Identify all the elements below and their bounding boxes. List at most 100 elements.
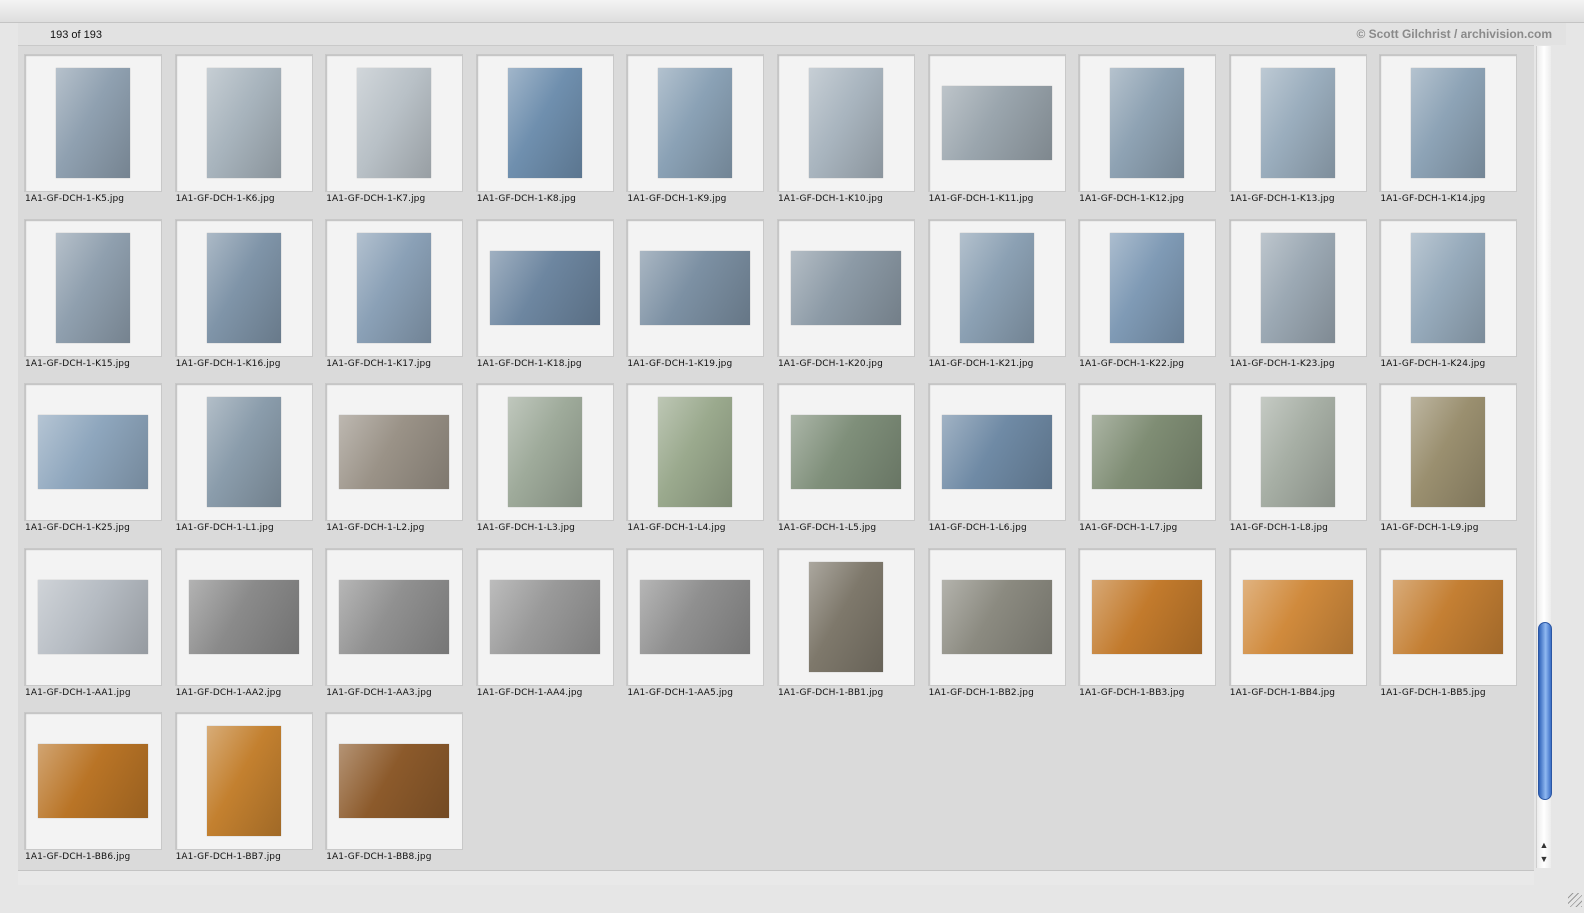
thumbnail-item[interactable]: 1A1-GF-DCH-1-L4.jpg — [626, 383, 765, 547]
thumbnail-item[interactable]: 1A1-GF-DCH-1-BB4.jpg — [1228, 547, 1367, 712]
thumbnail-frame[interactable] — [1379, 383, 1518, 521]
thumbnail-image[interactable] — [1110, 232, 1185, 343]
thumbnail-item[interactable]: 1A1-GF-DCH-1-L6.jpg — [927, 383, 1066, 547]
thumbnail-image[interactable] — [640, 250, 751, 325]
thumbnail-item[interactable]: 1A1-GF-DCH-1-K22.jpg — [1078, 218, 1217, 383]
thumbnail-image[interactable] — [790, 250, 901, 325]
thumbnail-frame[interactable] — [927, 218, 1066, 357]
thumbnail-item[interactable]: 1A1-GF-DCH-1-K10.jpg — [776, 54, 915, 218]
thumbnail-image[interactable] — [56, 68, 130, 178]
thumbnail-frame[interactable] — [325, 218, 464, 357]
thumbnail-frame[interactable] — [1228, 547, 1367, 686]
thumbnail-item[interactable]: 1A1-GF-DCH-1-K12.jpg — [1078, 54, 1217, 218]
thumbnail-image[interactable] — [507, 397, 582, 507]
thumbnail-frame[interactable] — [927, 547, 1066, 686]
thumbnail-frame[interactable] — [325, 547, 464, 686]
thumbnail-frame[interactable] — [24, 547, 162, 686]
vertical-scrollbar[interactable]: ▲ ▼ — [1536, 46, 1552, 868]
thumbnail-frame[interactable] — [475, 383, 614, 521]
thumbnail-frame[interactable] — [174, 383, 313, 521]
thumbnail-image[interactable] — [658, 68, 733, 178]
thumbnail-frame[interactable] — [1078, 218, 1217, 357]
thumbnail-item[interactable]: 1A1-GF-DCH-1-AA5.jpg — [626, 547, 765, 712]
thumbnail-item[interactable]: 1A1-GF-DCH-1-L8.jpg — [1228, 383, 1367, 547]
thumbnail-item[interactable]: 1A1-GF-DCH-1-AA2.jpg — [174, 547, 313, 712]
thumbnail-item[interactable]: 1A1-GF-DCH-1-K5.jpg — [24, 54, 162, 218]
thumbnail-item[interactable]: 1A1-GF-DCH-1-K19.jpg — [626, 218, 765, 383]
thumbnail-item[interactable]: 1A1-GF-DCH-1-K6.jpg — [174, 54, 313, 218]
thumbnail-image[interactable] — [489, 250, 600, 325]
thumbnail-item[interactable]: 1A1-GF-DCH-1-BB2.jpg — [927, 547, 1066, 712]
thumbnail-image[interactable] — [941, 579, 1052, 654]
thumbnail-frame[interactable] — [475, 547, 614, 686]
thumbnail-item[interactable]: 1A1-GF-DCH-1-K25.jpg — [24, 383, 162, 547]
thumbnail-item[interactable]: 1A1-GF-DCH-1-K7.jpg — [325, 54, 464, 218]
thumbnail-frame[interactable] — [626, 383, 765, 521]
thumbnail-item[interactable]: 1A1-GF-DCH-1-L5.jpg — [776, 383, 915, 547]
thumbnail-item[interactable]: 1A1-GF-DCH-1-L3.jpg — [475, 383, 614, 547]
thumbnail-frame[interactable] — [776, 54, 915, 192]
thumbnail-frame[interactable] — [1078, 547, 1217, 686]
thumbnail-image[interactable] — [206, 397, 281, 507]
thumbnail-image[interactable] — [1260, 68, 1335, 178]
thumbnail-item[interactable]: 1A1-GF-DCH-1-L9.jpg — [1379, 383, 1518, 547]
thumbnail-item[interactable]: 1A1-GF-DCH-1-K16.jpg — [174, 218, 313, 383]
thumbnail-item[interactable]: 1A1-GF-DCH-1-K20.jpg — [776, 218, 915, 383]
thumbnail-image[interactable] — [941, 86, 1052, 160]
thumbnail-image[interactable] — [941, 415, 1052, 489]
thumbnail-image[interactable] — [206, 726, 281, 836]
thumbnail-frame[interactable] — [1228, 383, 1367, 521]
thumbnail-image[interactable] — [56, 232, 130, 343]
thumbnail-image[interactable] — [959, 232, 1034, 343]
thumbnail-image[interactable] — [1411, 68, 1486, 178]
thumbnail-item[interactable]: 1A1-GF-DCH-1-K9.jpg — [626, 54, 765, 218]
thumbnail-frame[interactable] — [1379, 54, 1518, 192]
thumbnail-frame[interactable] — [776, 218, 915, 357]
thumbnail-image[interactable] — [206, 232, 281, 343]
thumbnail-image[interactable] — [640, 579, 751, 654]
thumbnail-image[interactable] — [1260, 232, 1335, 343]
thumbnail-image[interactable] — [1411, 397, 1486, 507]
thumbnail-item[interactable]: 1A1-GF-DCH-1-L2.jpg — [325, 383, 464, 547]
thumbnail-image[interactable] — [357, 232, 432, 343]
thumbnail-image[interactable] — [489, 579, 600, 654]
resize-grip-icon[interactable] — [1568, 893, 1582, 907]
thumbnail-image[interactable] — [658, 397, 733, 507]
thumbnail-frame[interactable] — [1228, 218, 1367, 357]
thumbnail-frame[interactable] — [24, 54, 162, 192]
thumbnail-image[interactable] — [1110, 68, 1185, 178]
thumbnail-item[interactable]: 1A1-GF-DCH-1-K23.jpg — [1228, 218, 1367, 383]
scrollbar-thumb[interactable] — [1538, 622, 1552, 800]
thumbnail-frame[interactable] — [776, 383, 915, 521]
thumbnail-item[interactable]: 1A1-GF-DCH-1-K14.jpg — [1379, 54, 1518, 218]
thumbnail-image[interactable] — [339, 744, 450, 818]
thumbnail-frame[interactable] — [325, 54, 464, 192]
thumbnail-frame[interactable] — [174, 547, 313, 686]
thumbnail-item[interactable]: 1A1-GF-DCH-1-K24.jpg — [1379, 218, 1518, 383]
thumbnail-item[interactable]: 1A1-GF-DCH-1-BB3.jpg — [1078, 547, 1217, 712]
thumbnail-item[interactable]: 1A1-GF-DCH-1-BB7.jpg — [174, 712, 313, 871]
thumbnail-frame[interactable] — [1379, 547, 1518, 686]
thumbnail-image[interactable] — [1260, 397, 1335, 507]
thumbnail-image[interactable] — [188, 579, 299, 654]
thumbnail-image[interactable] — [38, 579, 148, 654]
thumbnail-frame[interactable] — [927, 54, 1066, 192]
thumbnail-item[interactable]: 1A1-GF-DCH-1-AA4.jpg — [475, 547, 614, 712]
thumbnail-frame[interactable] — [174, 54, 313, 192]
thumbnail-frame[interactable] — [626, 218, 765, 357]
scroll-up-arrow-icon[interactable]: ▲ — [1539, 840, 1549, 850]
thumbnail-item[interactable]: 1A1-GF-DCH-1-BB6.jpg — [24, 712, 162, 871]
thumbnail-image[interactable] — [38, 744, 148, 818]
thumbnail-image[interactable] — [1242, 579, 1353, 654]
thumbnail-frame[interactable] — [24, 383, 162, 521]
thumbnail-image[interactable] — [1411, 232, 1486, 343]
thumbnail-frame[interactable] — [24, 218, 162, 357]
thumbnail-frame[interactable] — [626, 54, 765, 192]
thumbnail-frame[interactable] — [1078, 383, 1217, 521]
thumbnail-item[interactable]: 1A1-GF-DCH-1-K18.jpg — [475, 218, 614, 383]
thumbnail-frame[interactable] — [174, 218, 313, 357]
thumbnail-image[interactable] — [339, 415, 450, 489]
thumbnail-frame[interactable] — [776, 547, 915, 686]
thumbnail-item[interactable]: 1A1-GF-DCH-1-K15.jpg — [24, 218, 162, 383]
thumbnail-frame[interactable] — [325, 383, 464, 521]
